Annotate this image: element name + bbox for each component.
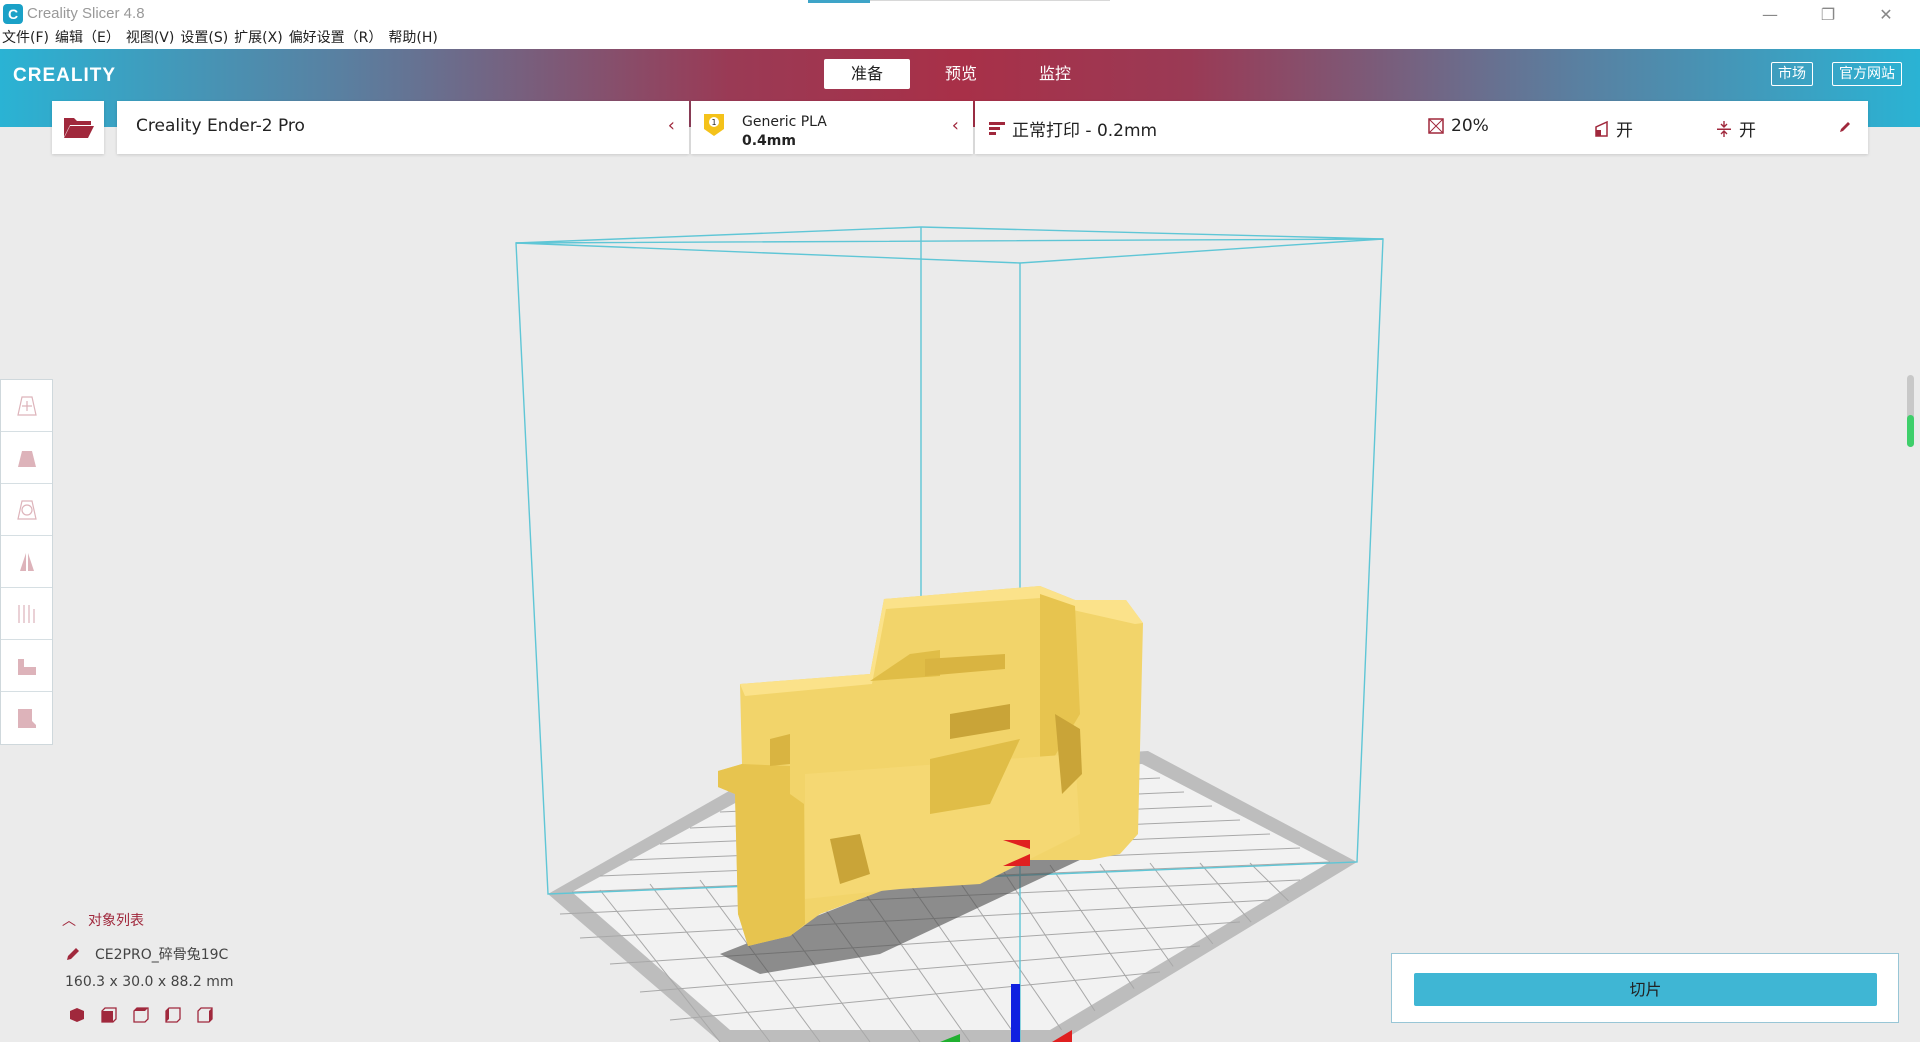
support-blocker-icon	[17, 658, 36, 675]
minimize-button[interactable]: —	[1755, 4, 1785, 26]
support-setting[interactable]: 开	[1593, 116, 1633, 141]
close-button[interactable]: ✕	[1871, 4, 1901, 26]
view-right-button[interactable]	[196, 1006, 214, 1028]
support-icon	[1595, 120, 1608, 137]
cube-top-icon	[133, 1007, 149, 1023]
open-file-button[interactable]	[52, 101, 104, 154]
per-model-settings-tool[interactable]	[1, 588, 52, 640]
edit-pencil-icon[interactable]	[1838, 120, 1852, 134]
build-plate-viewport[interactable]	[0, 154, 1920, 1042]
adhesion-icon	[1717, 120, 1731, 137]
extruder-badge-icon: 1	[704, 114, 724, 136]
quality-label: 正常打印 - 0.2mm	[1012, 121, 1158, 141]
rotate-tool[interactable]	[1, 484, 52, 536]
quality-setting[interactable]: 正常打印 - 0.2mm	[989, 116, 1157, 141]
infill-value: 20%	[1451, 116, 1489, 136]
cube-left-icon	[165, 1007, 181, 1023]
object-item[interactable]: CE2PRO_碎骨兔19C	[65, 944, 228, 964]
tab-monitor[interactable]: 监控	[1012, 59, 1098, 89]
mirror-tool[interactable]	[1, 536, 52, 588]
menu-extensions[interactable]: 扩展(X)	[234, 29, 283, 49]
menu-settings[interactable]: 设置(S)	[180, 29, 228, 49]
menu-help[interactable]: 帮助(H)	[388, 29, 437, 49]
view-top-button[interactable]	[132, 1006, 150, 1028]
stage-tabs: 准备 预览 监控	[824, 59, 1106, 89]
camera-view-buttons	[68, 1006, 228, 1028]
machine-name: Creality Ender-2 Pro	[136, 116, 305, 136]
tab-prepare[interactable]: 准备	[824, 59, 910, 89]
object-name: CE2PRO_碎骨兔19C	[95, 947, 229, 963]
cube-3d-icon	[70, 1008, 84, 1022]
titlebar-divider	[870, 0, 1110, 1]
slice-panel: 切片	[1391, 953, 1899, 1023]
app-icon: C	[3, 4, 23, 24]
folder-open-icon	[64, 118, 94, 138]
object-dimensions: 160.3 x 30.0 x 88.2 mm	[65, 974, 234, 990]
layer-scroll-indicator[interactable]	[1907, 375, 1914, 447]
per-model-settings-icon	[17, 604, 35, 623]
print-settings-bar[interactable]: 正常打印 - 0.2mm 20% 开 开	[975, 101, 1868, 154]
window-titlebar: C Creality Slicer 4.8 — ❐ ✕	[0, 0, 1920, 29]
infill-setting[interactable]: 20%	[1428, 116, 1489, 136]
custom-support-tool[interactable]	[1, 692, 52, 744]
cube-right-icon	[197, 1007, 213, 1023]
tab-preview[interactable]: 预览	[918, 59, 1004, 89]
window-title: Creality Slicer 4.8	[27, 5, 145, 22]
menu-bar: 文件(F) 编辑（E） 视图(V) 设置(S) 扩展(X) 偏好设置（R） 帮助…	[0, 29, 1920, 49]
view-3d-button[interactable]	[68, 1006, 86, 1028]
object-list-title: 对象列表	[88, 913, 144, 929]
view-front-button[interactable]	[100, 1006, 118, 1028]
move-tool-icon	[16, 395, 37, 416]
nozzle-size: 0.4mm	[742, 133, 796, 149]
marketplace-button[interactable]: 市场	[1771, 62, 1813, 86]
tool-panel	[0, 379, 53, 745]
custom-support-icon	[17, 709, 36, 728]
infill-icon	[1428, 118, 1444, 134]
scale-tool[interactable]	[1, 432, 52, 484]
material-selector[interactable]: 1 Generic PLA 0.4mm ‹	[691, 101, 973, 154]
chevron-left-icon[interactable]: ‹	[668, 115, 675, 136]
adhesion-value: 开	[1739, 121, 1756, 141]
menu-edit[interactable]: 编辑（E）	[55, 29, 120, 49]
menu-preferences[interactable]: 偏好设置（R）	[289, 29, 383, 49]
machine-selector[interactable]: Creality Ender-2 Pro ‹	[117, 101, 689, 154]
restore-button[interactable]: ❐	[1813, 4, 1843, 26]
cube-front-icon	[101, 1007, 117, 1023]
adhesion-setting[interactable]: 开	[1716, 116, 1756, 141]
pencil-icon	[67, 948, 79, 960]
chevron-left-icon[interactable]: ‹	[952, 115, 959, 136]
chevron-up-icon: ︿	[62, 913, 76, 929]
material-name: Generic PLA	[742, 114, 827, 130]
website-button[interactable]: 官方网站	[1832, 62, 1902, 86]
creality-logo: CREALITY	[13, 65, 116, 86]
view-left-button[interactable]	[164, 1006, 182, 1028]
rotate-tool-icon	[16, 499, 37, 520]
menu-view[interactable]: 视图(V)	[126, 29, 175, 49]
scale-tool-icon	[17, 450, 36, 467]
support-value: 开	[1616, 121, 1633, 141]
menu-file[interactable]: 文件(F)	[2, 29, 49, 49]
object-list-toggle[interactable]: ︿ 对象列表	[62, 910, 144, 930]
move-tool[interactable]	[1, 380, 52, 432]
support-blocker-tool[interactable]	[1, 640, 52, 692]
scroll-level-fill	[1907, 414, 1914, 447]
quality-layers-icon	[989, 121, 1005, 135]
titlebar-accent	[808, 0, 870, 3]
extruder-number: 1	[711, 118, 716, 127]
mirror-tool-icon	[19, 552, 34, 571]
object-list: ︿ 对象列表 CE2PRO_碎骨兔19C 160.3 x 30.0 x 88.2…	[62, 910, 234, 1023]
slice-button[interactable]: 切片	[1414, 973, 1877, 1006]
